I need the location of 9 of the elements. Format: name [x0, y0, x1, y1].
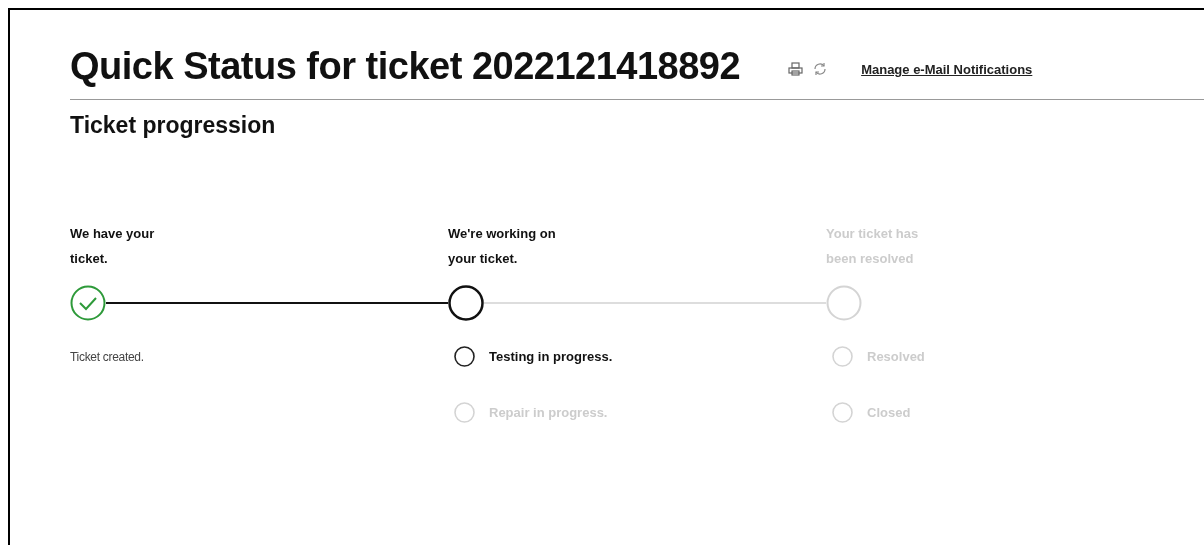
step-note: Ticket created.: [70, 348, 145, 366]
print-icon[interactable]: [788, 62, 804, 76]
step-title: We have your ticket.: [70, 224, 156, 268]
substep-label: Testing in progress.: [489, 347, 613, 366]
page-title: Quick Status for ticket 2022121418892: [70, 44, 741, 88]
section-heading: Ticket progression: [70, 111, 277, 140]
step-title: We're working on your ticket.: [448, 224, 556, 268]
notifications-link[interactable]: Manage e-Mail Notifications: [861, 60, 1033, 80]
refresh-icon[interactable]: [813, 62, 828, 76]
